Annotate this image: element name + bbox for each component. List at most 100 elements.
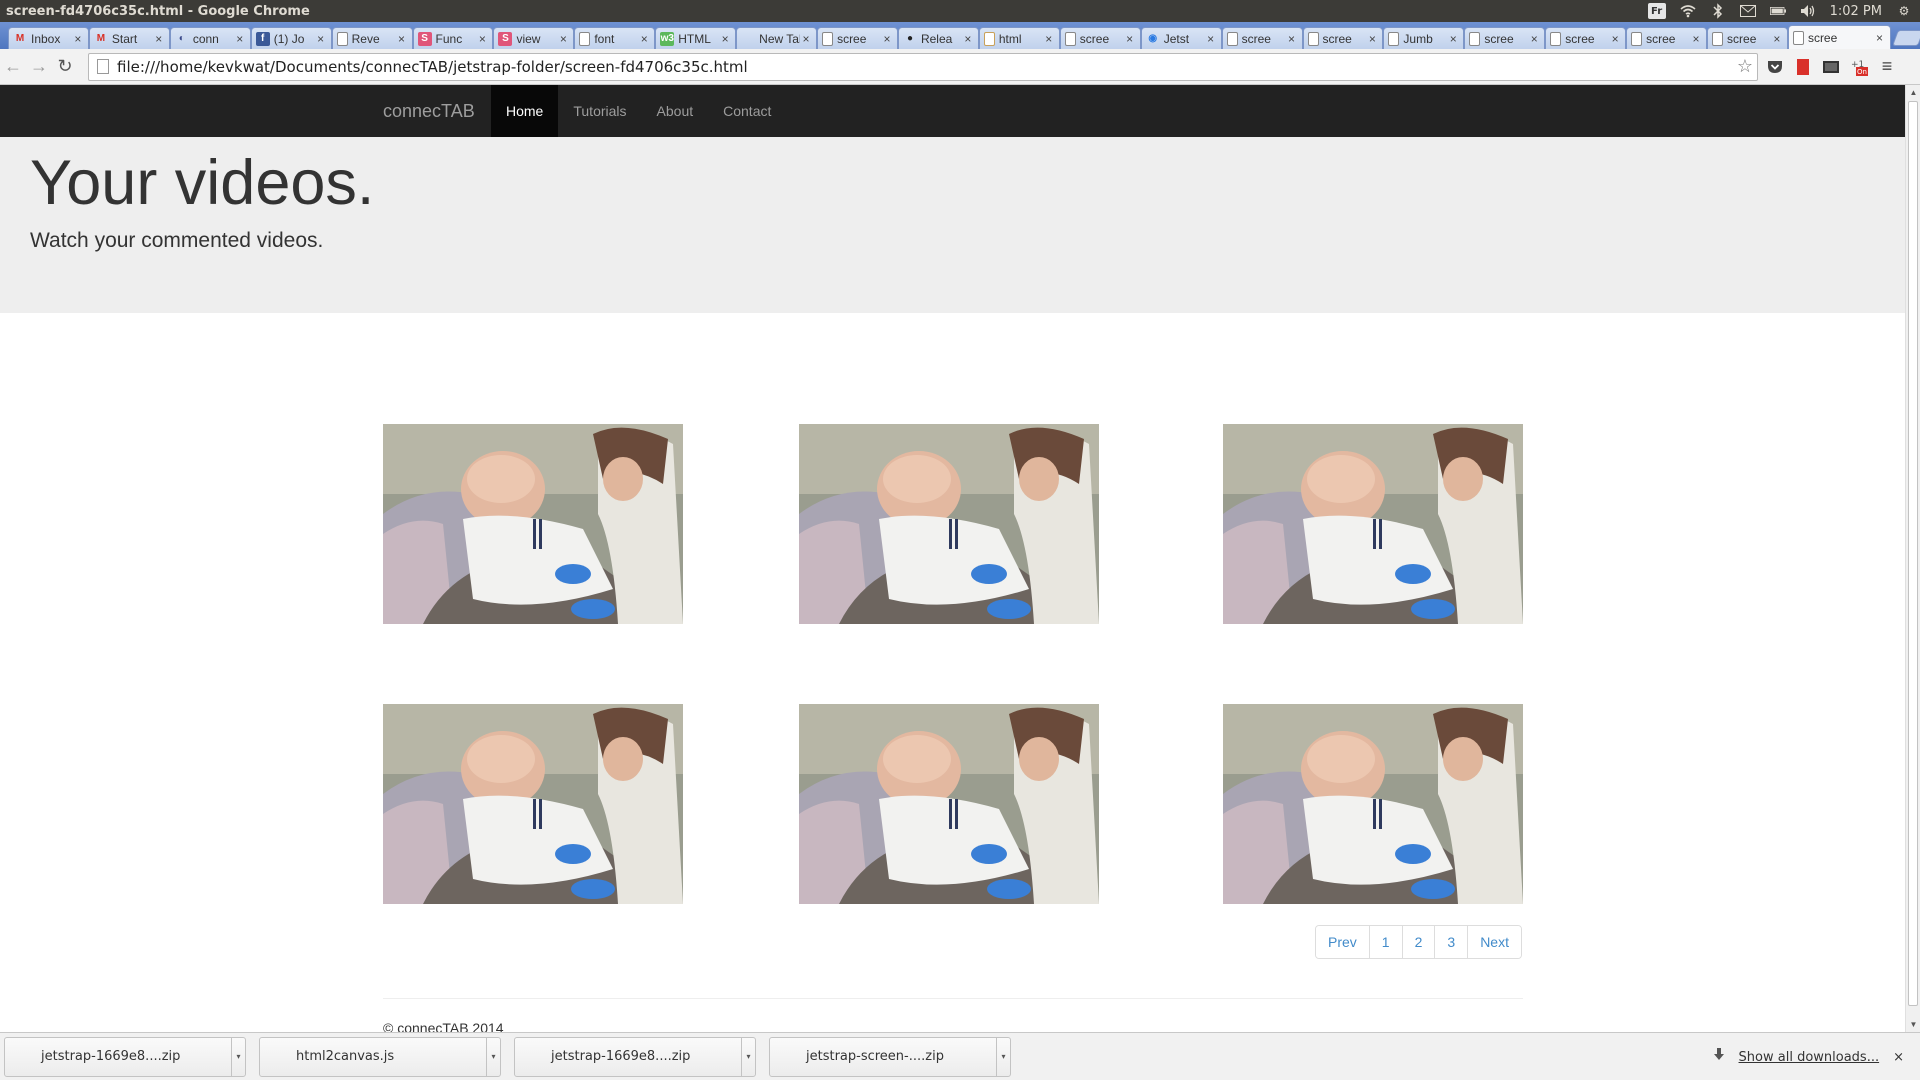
- browser-tab[interactable]: Jumb ×: [1383, 27, 1465, 49]
- screen-capture-icon[interactable]: [1822, 58, 1840, 76]
- video-thumbnail[interactable]: [1223, 704, 1523, 904]
- video-thumbnail[interactable]: [383, 424, 683, 624]
- browser-tab[interactable]: scree ×: [1626, 27, 1708, 49]
- tab-close-icon[interactable]: ×: [315, 32, 327, 46]
- browser-tab[interactable]: font ×: [574, 27, 656, 49]
- browser-tab[interactable]: ● Relea ×: [897, 27, 979, 49]
- tab-close-icon[interactable]: ×: [396, 32, 408, 46]
- tab-close-icon[interactable]: ×: [557, 32, 569, 46]
- scroll-up-arrow-icon[interactable]: ▲: [1906, 85, 1920, 100]
- tab-close-icon[interactable]: ×: [1609, 32, 1621, 46]
- nav-link-home[interactable]: Home: [491, 85, 559, 137]
- settings-gear-icon[interactable]: ⚙: [1896, 3, 1912, 19]
- browser-tab[interactable]: M Inbox ×: [8, 27, 89, 49]
- download-item[interactable]: jetstrap-screen-....zip ▾: [769, 1036, 1011, 1077]
- browser-tab[interactable]: f (1) Jo ×: [250, 27, 332, 49]
- pagination-next[interactable]: Next: [1467, 926, 1521, 958]
- browser-tab[interactable]: M Start ×: [88, 27, 170, 49]
- tab-close-icon[interactable]: ×: [719, 32, 731, 46]
- bookmark-red-icon[interactable]: [1794, 58, 1812, 76]
- browser-tab[interactable]: scree ×: [1545, 27, 1627, 49]
- close-downloads-icon[interactable]: ×: [1893, 1050, 1904, 1065]
- chrome-menu-icon[interactable]: ≡: [1878, 56, 1896, 76]
- url-text[interactable]: file:///home/kevkwat/Documents/connecTAB…: [117, 58, 1733, 76]
- browser-tab[interactable]: scree ×: [1464, 27, 1546, 49]
- bookmark-star-icon[interactable]: ☆: [1733, 56, 1757, 77]
- tab-close-icon[interactable]: ×: [234, 32, 246, 46]
- tab-close-icon[interactable]: ×: [1528, 32, 1540, 46]
- tab-close-icon[interactable]: ×: [1205, 32, 1217, 46]
- browser-tab[interactable]: scree ×: [1059, 27, 1141, 49]
- tab-close-icon[interactable]: ×: [1366, 32, 1378, 46]
- browser-tab[interactable]: scree ×: [1707, 27, 1788, 49]
- video-thumbnail[interactable]: [799, 424, 1099, 624]
- tab-close-icon[interactable]: ×: [1771, 32, 1783, 46]
- browser-tab[interactable]: Sview ×: [493, 27, 575, 49]
- download-menu-caret-icon[interactable]: ▾: [486, 1037, 500, 1076]
- download-menu-caret-icon[interactable]: ▾: [996, 1037, 1010, 1076]
- tab-close-icon[interactable]: ×: [962, 32, 974, 46]
- mail-icon[interactable]: [1739, 3, 1756, 19]
- tab-label: Inbox: [31, 31, 61, 46]
- scroll-down-arrow-icon[interactable]: ▼: [1906, 1017, 1920, 1032]
- download-item[interactable]: jetstrap-1669e8....zip ▾: [4, 1036, 246, 1077]
- site-brand[interactable]: connecTAB: [383, 85, 475, 137]
- new-tab-button[interactable]: [1891, 30, 1920, 46]
- vertical-scrollbar[interactable]: ▲ ▼: [1905, 85, 1920, 1032]
- video-thumbnail[interactable]: [1223, 424, 1523, 624]
- browser-tab[interactable]: New Tab×: [736, 27, 818, 49]
- nav-link-about[interactable]: About: [642, 85, 709, 137]
- pagination-2[interactable]: 2: [1401, 926, 1435, 958]
- tab-strip: M Inbox × M Start × ◐ conn × f (1) Jo × Reve × S Func × S…: [0, 22, 1920, 49]
- browser-tab[interactable]: ◐ conn ×: [169, 27, 251, 49]
- browser-tab[interactable]: w3 HTML ×: [655, 27, 737, 49]
- nav-link-contact[interactable]: Contact: [708, 85, 786, 137]
- browser-tab[interactable]: Reve ×: [331, 27, 413, 49]
- browser-tab[interactable]: html ×: [978, 27, 1060, 49]
- tab-label: Func: [435, 31, 463, 46]
- nav-link-tutorials[interactable]: Tutorials: [558, 85, 641, 137]
- tab-close-icon[interactable]: ×: [153, 32, 165, 46]
- keyboard-layout-indicator[interactable]: Fr: [1647, 3, 1666, 19]
- tab-close-icon[interactable]: ×: [1286, 32, 1298, 46]
- browser-tab[interactable]: scree ×: [1302, 27, 1384, 49]
- browser-tab[interactable]: ◉ Jetst ×: [1140, 27, 1222, 49]
- battery-icon[interactable]: [1769, 3, 1786, 19]
- tab-close-icon[interactable]: ×: [1447, 32, 1459, 46]
- pagination-3[interactable]: 3: [1434, 926, 1468, 958]
- browser-tab[interactable]: S Func ×: [412, 27, 494, 49]
- pagination-prev[interactable]: Prev: [1316, 926, 1369, 958]
- tab-close-icon[interactable]: ×: [1874, 31, 1886, 45]
- download-item[interactable]: jetstrap-1669e8....zip ▾: [514, 1036, 756, 1077]
- browser-tab[interactable]: scree ×: [817, 27, 898, 49]
- bluetooth-icon[interactable]: [1710, 3, 1726, 19]
- tab-close-icon[interactable]: ×: [1043, 32, 1055, 46]
- download-menu-caret-icon[interactable]: ▾: [741, 1037, 755, 1076]
- browser-tab[interactable]: scree ×: [1787, 25, 1891, 49]
- forward-arrow-icon[interactable]: →: [26, 54, 52, 80]
- tab-label: Jumb: [1403, 31, 1433, 46]
- video-thumbnail[interactable]: [383, 704, 683, 904]
- pocket-icon[interactable]: [1766, 58, 1784, 76]
- pagination-1[interactable]: 1: [1368, 926, 1402, 958]
- tab-close-icon[interactable]: ×: [1124, 32, 1136, 46]
- stylish-on-icon[interactable]: +1 On: [1850, 58, 1868, 76]
- tab-close-icon[interactable]: ×: [638, 32, 650, 46]
- address-bar[interactable]: file:///home/kevkwat/Documents/connecTAB…: [88, 52, 1758, 81]
- tab-close-icon[interactable]: ×: [800, 32, 812, 46]
- tab-close-icon[interactable]: ×: [72, 32, 84, 46]
- browser-tab[interactable]: scree ×: [1221, 27, 1303, 49]
- wifi-icon[interactable]: [1680, 3, 1696, 19]
- show-all-downloads-link[interactable]: Show all downloads...: [1739, 1050, 1880, 1065]
- scroll-thumb[interactable]: [1908, 101, 1918, 1006]
- reload-icon[interactable]: ↻: [52, 54, 78, 80]
- download-menu-caret-icon[interactable]: ▾: [231, 1037, 245, 1076]
- tab-close-icon[interactable]: ×: [1690, 32, 1702, 46]
- back-arrow-icon[interactable]: ←: [0, 54, 26, 80]
- video-thumbnail[interactable]: [799, 704, 1099, 904]
- clock[interactable]: 1:02 PM: [1830, 4, 1882, 19]
- tab-close-icon[interactable]: ×: [881, 32, 893, 46]
- download-item[interactable]: html2canvas.js ▾: [259, 1036, 501, 1077]
- tab-close-icon[interactable]: ×: [476, 32, 488, 46]
- volume-icon[interactable]: [1800, 3, 1816, 19]
